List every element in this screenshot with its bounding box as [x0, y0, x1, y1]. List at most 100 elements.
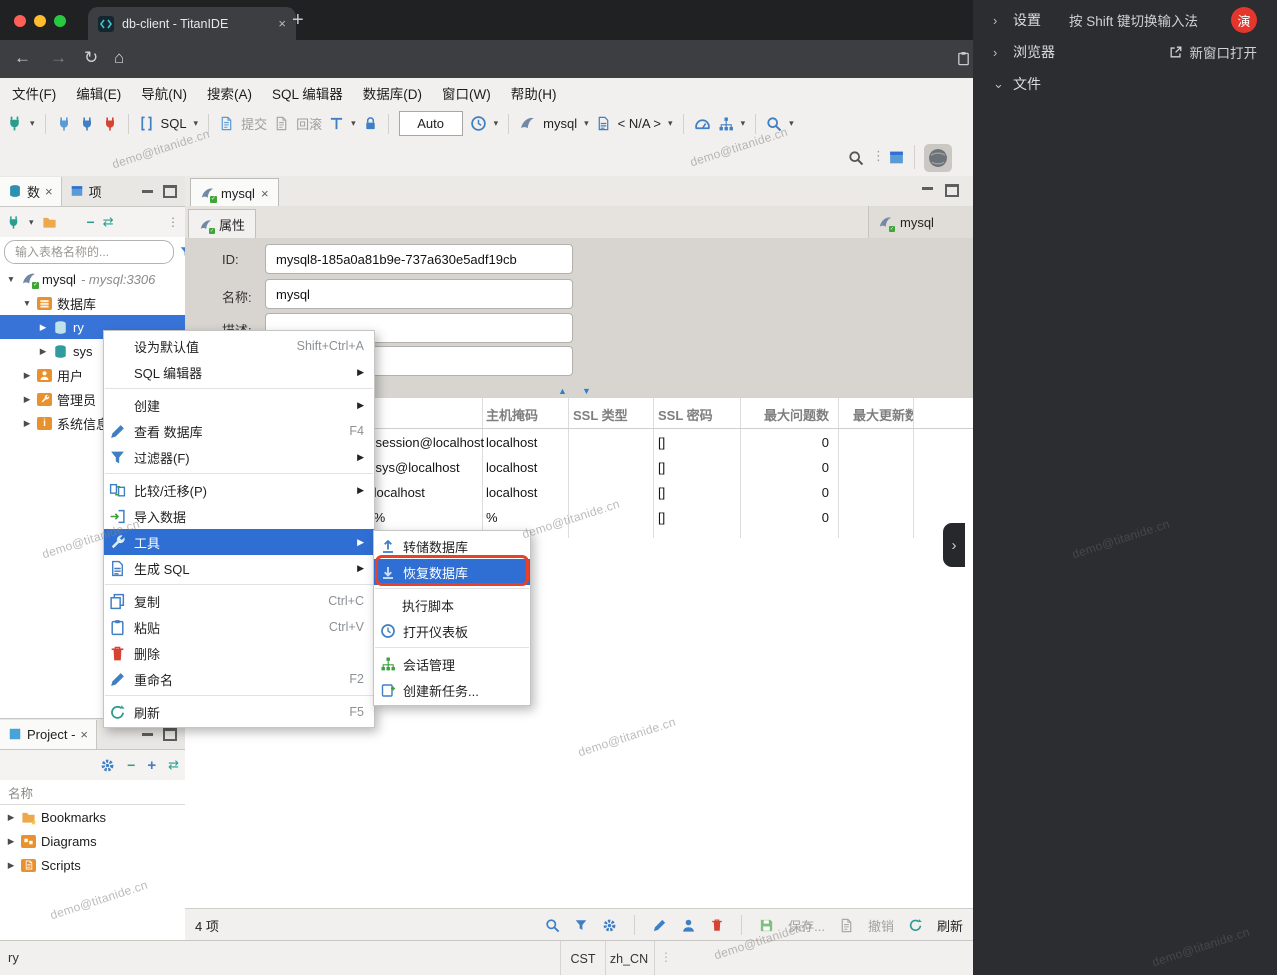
ime-badge[interactable]: 演	[1231, 7, 1257, 33]
nav-conn-caret-icon[interactable]: ▾	[29, 217, 34, 228]
minimize-panel-icon[interactable]	[142, 189, 153, 193]
expand-icon[interactable]: ▼	[6, 274, 16, 284]
sidebar-section-browser[interactable]: › 浏览器 新窗口打开	[973, 36, 1277, 68]
expand-icon[interactable]: ▶	[6, 860, 16, 871]
maximize-panel-icon[interactable]	[163, 727, 177, 741]
menu-item-compare-migrate[interactable]: 比较/迁移(P) ▶	[104, 477, 374, 503]
menu-item-tools[interactable]: 工具 ▶	[104, 529, 374, 555]
cell-max[interactable]: 0	[745, 460, 829, 475]
cell-cipher[interactable]: []	[658, 485, 665, 500]
cell-host[interactable]: localhost	[486, 460, 537, 475]
transaction-icon[interactable]	[329, 116, 344, 131]
cell-host[interactable]: localhost	[486, 435, 537, 450]
undo-button[interactable]: 撤销	[868, 916, 894, 935]
new-connection-icon[interactable]	[6, 115, 23, 132]
reconnect-icon[interactable]	[79, 116, 95, 132]
submenu-item-open-dashboard[interactable]: 打开仪表板	[374, 618, 530, 644]
undo-doc-icon[interactable]	[839, 918, 854, 933]
rollback-icon[interactable]	[274, 116, 289, 131]
menu-edit[interactable]: 编辑(E)	[76, 83, 121, 103]
sash-collapse-icon[interactable]: ▲	[558, 386, 567, 396]
project-node-bookmarks[interactable]: ▶ ★ Bookmarks	[0, 805, 185, 829]
expand-icon[interactable]: ▼	[22, 298, 32, 308]
menu-file[interactable]: 文件(F)	[12, 83, 56, 103]
expand-icon[interactable]: ▶	[38, 322, 48, 333]
cell-max[interactable]: 0	[745, 435, 829, 450]
active-schema-select[interactable]: < N/A >	[618, 116, 661, 131]
submenu-item-dump-database[interactable]: 转储数据库	[374, 533, 530, 559]
grid-settings-gear-icon[interactable]	[602, 918, 617, 933]
menu-item-copy[interactable]: 复制 Ctrl+C	[104, 588, 374, 614]
submenu-item-restore-database[interactable]: 恢复数据库	[374, 559, 530, 585]
tab-projects[interactable]: 项	[62, 177, 110, 206]
user-avatar[interactable]	[924, 144, 952, 172]
menu-item-set-default[interactable]: 设为默认值 Shift+Ctrl+A	[104, 333, 374, 359]
menu-item-create[interactable]: 创建 ▶	[104, 392, 374, 418]
col-max-updates[interactable]: 最大更新数	[853, 405, 913, 424]
tx-lock-icon[interactable]	[363, 116, 378, 131]
project-node-scripts[interactable]: ▶ Scripts	[0, 853, 185, 877]
new-folder-icon[interactable]	[42, 215, 57, 230]
col-max-questions[interactable]: 最大问题数	[745, 405, 829, 424]
tasks-branch-icon[interactable]	[718, 116, 734, 132]
tree-node-mysql-connection[interactable]: ▼ ✓ mysql - mysql:3306	[0, 267, 185, 291]
toolbar-search-icon[interactable]	[766, 116, 782, 132]
menu-item-refresh[interactable]: 刷新 F5	[104, 699, 374, 725]
tree-node-databases[interactable]: ▼ 数据库	[0, 291, 185, 315]
save-icon[interactable]	[759, 918, 774, 933]
add-row-person-icon[interactable]	[681, 918, 696, 933]
new-tab-button[interactable]: +	[292, 9, 304, 32]
submenu-item-create-task[interactable]: 创建新任务...	[374, 677, 530, 703]
zoom-window-button[interactable]	[54, 15, 66, 27]
menu-item-delete[interactable]: 删除	[104, 640, 374, 666]
back-icon[interactable]: ←	[14, 48, 31, 68]
schema-caret-icon[interactable]: ▾	[668, 118, 673, 129]
menu-help[interactable]: 帮助(H)	[511, 83, 557, 103]
project-tab-close-icon[interactable]: ×	[80, 727, 88, 742]
expand-icon[interactable]: ▶	[22, 418, 32, 429]
menu-database[interactable]: 数据库(D)	[363, 83, 422, 103]
minimize-window-button[interactable]	[34, 15, 46, 27]
cell-host[interactable]: %	[486, 510, 498, 525]
commit-button[interactable]: 提交	[241, 114, 267, 133]
menu-item-import-data[interactable]: 导入数据	[104, 503, 374, 529]
menu-item-generate-sql[interactable]: 生成 SQL ▶	[104, 555, 374, 581]
commit-mode-select[interactable]: Auto	[398, 111, 463, 136]
search-caret-icon[interactable]: ▾	[789, 118, 794, 129]
new-script-icon[interactable]	[219, 116, 234, 131]
menu-navigate[interactable]: 导航(N)	[141, 83, 187, 103]
sql-caret-icon[interactable]: ▾	[194, 118, 199, 129]
menu-window[interactable]: 窗口(W)	[442, 83, 491, 103]
cell-cipher[interactable]: []	[658, 435, 665, 450]
browser-tab[interactable]: db-client - TitanIDE ×	[88, 7, 296, 40]
history-clock-icon[interactable]	[470, 115, 487, 132]
connection-indicator[interactable]: ✓ mysql	[868, 206, 973, 238]
project-settings-gear-icon[interactable]	[100, 758, 115, 773]
tab-db-close-icon[interactable]: ×	[45, 184, 53, 199]
nav-new-connection-icon[interactable]	[6, 215, 21, 230]
minimize-panel-icon[interactable]	[142, 732, 153, 736]
maximize-panel-icon[interactable]	[163, 184, 177, 198]
edit-row-pencil-icon[interactable]	[652, 918, 667, 933]
tab-close-icon[interactable]: ×	[278, 16, 286, 31]
cell-cipher[interactable]: []	[658, 460, 665, 475]
cell-host[interactable]: localhost	[486, 485, 537, 500]
collapse-all-icon[interactable]: −	[127, 757, 135, 773]
forward-icon[interactable]: →	[50, 48, 67, 68]
menu-sql-editor[interactable]: SQL 编辑器	[272, 83, 343, 103]
home-icon[interactable]: ⌂	[114, 48, 124, 68]
id-field[interactable]	[265, 244, 573, 274]
transaction-caret-icon[interactable]: ▾	[351, 118, 356, 129]
status-locale[interactable]: zh_CN	[604, 941, 655, 975]
editor-tab-close-icon[interactable]: ×	[261, 186, 269, 201]
expand-icon[interactable]: ▶	[38, 346, 48, 357]
col-host-mask[interactable]: 主机掩码	[486, 405, 538, 424]
cell-max[interactable]: 0	[745, 485, 829, 500]
link-editor-icon[interactable]: ⇄	[103, 214, 114, 230]
grid-search-icon[interactable]	[545, 918, 560, 933]
toolbar-kebab-icon[interactable]: ⋮	[872, 148, 885, 164]
sql-editor-label[interactable]: SQL	[161, 116, 187, 131]
status-timezone[interactable]: CST	[560, 941, 606, 975]
status-kebab-icon[interactable]: ⋮	[660, 950, 672, 964]
tasks-caret-icon[interactable]: ▾	[741, 118, 746, 129]
